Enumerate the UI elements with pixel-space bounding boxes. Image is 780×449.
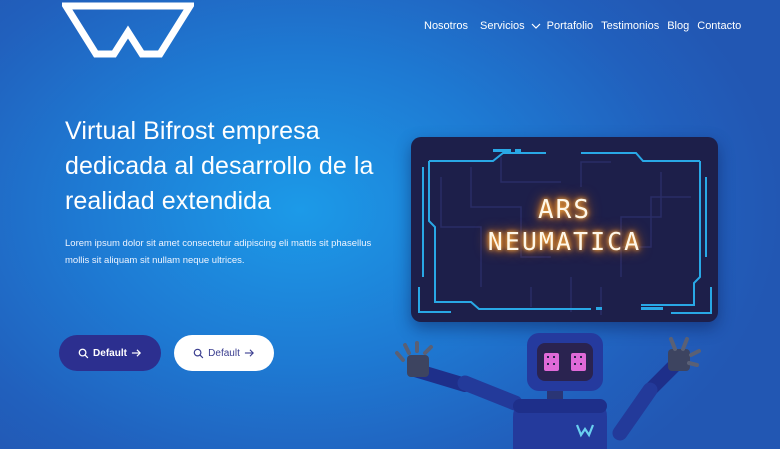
nav-item-contacto[interactable]: Contacto bbox=[697, 20, 741, 32]
chevron-down-icon bbox=[531, 23, 541, 29]
nav-item-servicios[interactable]: Servicios bbox=[480, 20, 543, 32]
robot-illustration bbox=[395, 333, 701, 449]
nav-item-nosotros[interactable]: Nosotros bbox=[424, 20, 468, 32]
main-nav: Nosotros Servicios Portafolio Testimonio… bbox=[424, 20, 741, 32]
arrow-right-icon bbox=[131, 349, 141, 357]
screen-neon-title: ARS NEUMATICA bbox=[411, 195, 718, 259]
secondary-button-label: Default bbox=[208, 347, 240, 359]
arrow-right-icon bbox=[244, 349, 254, 357]
showcase-screen: ARS NEUMATICA bbox=[411, 137, 718, 322]
primary-button-label: Default bbox=[93, 347, 127, 359]
search-icon bbox=[193, 348, 204, 358]
search-icon bbox=[78, 348, 89, 358]
primary-default-button[interactable]: Default bbox=[59, 335, 161, 371]
nav-item-portafolio[interactable]: Portafolio bbox=[547, 20, 593, 32]
secondary-default-button[interactable]: Default bbox=[174, 335, 274, 371]
screen-line-2: NEUMATICA bbox=[487, 227, 642, 256]
screen-line-1: ARS bbox=[538, 195, 591, 225]
nav-item-testimonios[interactable]: Testimonios bbox=[601, 20, 659, 32]
nav-item-blog[interactable]: Blog bbox=[667, 20, 689, 32]
nav-item-servicios-label: Servicios bbox=[480, 20, 525, 32]
hero-description: Lorem ipsum dolor sit amet consectetur a… bbox=[65, 238, 372, 266]
hero-title: Virtual Bifrost empresa dedicada al desa… bbox=[65, 117, 374, 215]
w-logo-icon[interactable] bbox=[62, 0, 194, 60]
